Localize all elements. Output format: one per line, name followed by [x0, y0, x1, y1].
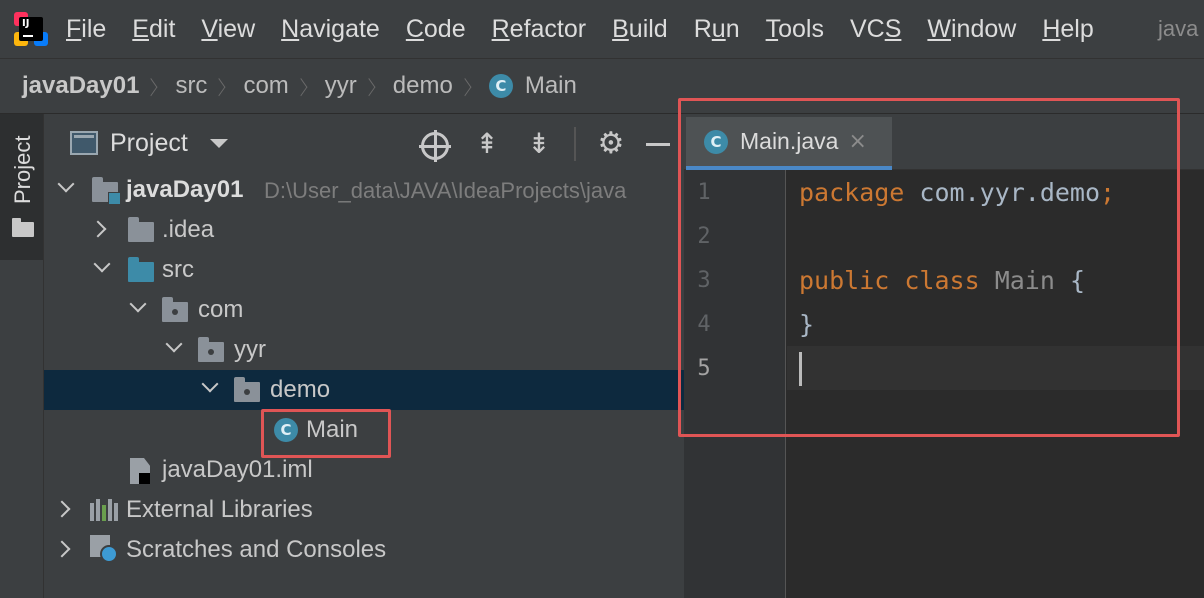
chevron-down-icon[interactable] — [166, 338, 182, 354]
breadcrumb-com[interactable]: com — [243, 72, 288, 100]
chevron-right-icon[interactable] — [56, 500, 72, 516]
tree-item-demo[interactable]: demo — [44, 370, 684, 410]
menu-edit[interactable]: Edit — [132, 15, 175, 44]
tree-item-project-root[interactable]: javaDay01 D:\User_data\JAVA\IdeaProjects… — [44, 170, 684, 210]
tree-item-label: .idea — [162, 216, 215, 243]
chevron-down-icon[interactable] — [209, 138, 228, 148]
menu-run[interactable]: Run — [694, 15, 740, 44]
package-icon — [198, 337, 224, 362]
tree-item-label: javaDay01.iml — [162, 456, 313, 483]
package-icon — [162, 297, 188, 322]
tree-item-label: src — [162, 256, 194, 283]
tree-item-label: demo — [270, 376, 331, 403]
chevron-down-icon[interactable] — [94, 258, 110, 274]
project-tool-button[interactable]: Project — [0, 114, 43, 260]
module-file-icon — [130, 458, 150, 484]
tool-window-strip: Project — [0, 114, 44, 598]
menu-file[interactable]: File — [66, 15, 106, 44]
source-folder-icon — [128, 257, 154, 282]
tree-item-external-libraries[interactable]: External Libraries — [44, 490, 684, 530]
chevron-right-icon[interactable] — [92, 220, 108, 236]
folder-icon — [12, 218, 34, 237]
chevron-right-icon — [219, 72, 231, 100]
class-icon: C — [488, 74, 513, 98]
folder-icon — [128, 217, 154, 242]
tree-item-label: javaDay01 — [126, 176, 244, 203]
chevron-right-icon[interactable] — [56, 540, 72, 556]
menu-help[interactable]: Help — [1042, 15, 1093, 44]
menu-code[interactable]: Code — [406, 15, 466, 44]
menu-bar: IJ File Edit View Navigate Code Refactor… — [0, 0, 1204, 58]
chevron-down-icon[interactable] — [202, 378, 218, 394]
gear-icon[interactable]: ⚙ — [594, 127, 628, 161]
breadcrumb-demo[interactable]: demo — [393, 72, 453, 100]
intellij-logo-icon[interactable]: IJ — [14, 12, 48, 46]
tree-item-src[interactable]: src — [44, 250, 684, 290]
tree-item-idea[interactable]: .idea — [44, 210, 684, 250]
chevron-right-icon — [151, 72, 163, 100]
tree-item-yyr[interactable]: yyr — [44, 330, 684, 370]
project-view-selector[interactable]: Project — [110, 129, 188, 158]
toolbar-divider — [574, 127, 576, 161]
collapse-all-icon[interactable]: ⇟ — [522, 127, 556, 161]
locate-file-icon[interactable] — [419, 129, 451, 162]
chevron-down-icon[interactable] — [130, 298, 146, 314]
menu-navigate[interactable]: Navigate — [281, 15, 380, 44]
project-panel-header: Project ⇞ ⇟ ⚙ — [44, 114, 684, 172]
editor: C Main.java × 1 2 3 4 5 package com.yyr.… — [678, 98, 1204, 598]
chevron-right-icon — [301, 72, 313, 100]
chevron-right-icon — [369, 72, 381, 100]
tree-item-label: com — [198, 296, 244, 323]
highlight-box-editor — [678, 98, 1180, 437]
project-tool-label: Project — [10, 135, 35, 204]
libraries-icon — [90, 499, 118, 521]
menu-refactor[interactable]: Refactor — [492, 15, 587, 44]
project-view-icon — [70, 131, 98, 155]
menu-tools[interactable]: Tools — [766, 15, 824, 44]
breadcrumb-yyr[interactable]: yyr — [325, 72, 357, 100]
menu-view[interactable]: View — [201, 15, 255, 44]
project-panel: Project ⇞ ⇟ ⚙ javaDay01 D:\User_data\JAV… — [44, 114, 684, 598]
package-icon — [234, 377, 260, 402]
tree-item-scratches[interactable]: Scratches and Consoles — [44, 530, 684, 570]
module-folder-icon — [92, 177, 121, 205]
tree-item-com[interactable]: com — [44, 290, 684, 330]
breadcrumb-project[interactable]: javaDay01 — [22, 72, 139, 100]
menu-vcs[interactable]: VCS — [850, 15, 901, 44]
menu-build[interactable]: Build — [612, 15, 668, 44]
chevron-right-icon — [465, 72, 477, 100]
menu-window[interactable]: Window — [927, 15, 1016, 44]
tree-item-label: External Libraries — [126, 496, 313, 523]
window-title: java — [1158, 16, 1199, 41]
breadcrumb-main[interactable]: Main — [525, 72, 577, 100]
scratches-icon — [90, 535, 120, 565]
breadcrumb-src[interactable]: src — [175, 72, 207, 100]
hide-panel-icon[interactable] — [646, 142, 670, 146]
project-path: D:\User_data\JAVA\IdeaProjects\java — [264, 178, 627, 203]
expand-all-icon[interactable]: ⇞ — [470, 127, 504, 161]
tree-item-label: yyr — [234, 336, 266, 363]
tree-item-label: Scratches and Consoles — [126, 536, 387, 563]
highlight-box-main — [261, 409, 391, 458]
chevron-down-icon[interactable] — [58, 178, 74, 194]
